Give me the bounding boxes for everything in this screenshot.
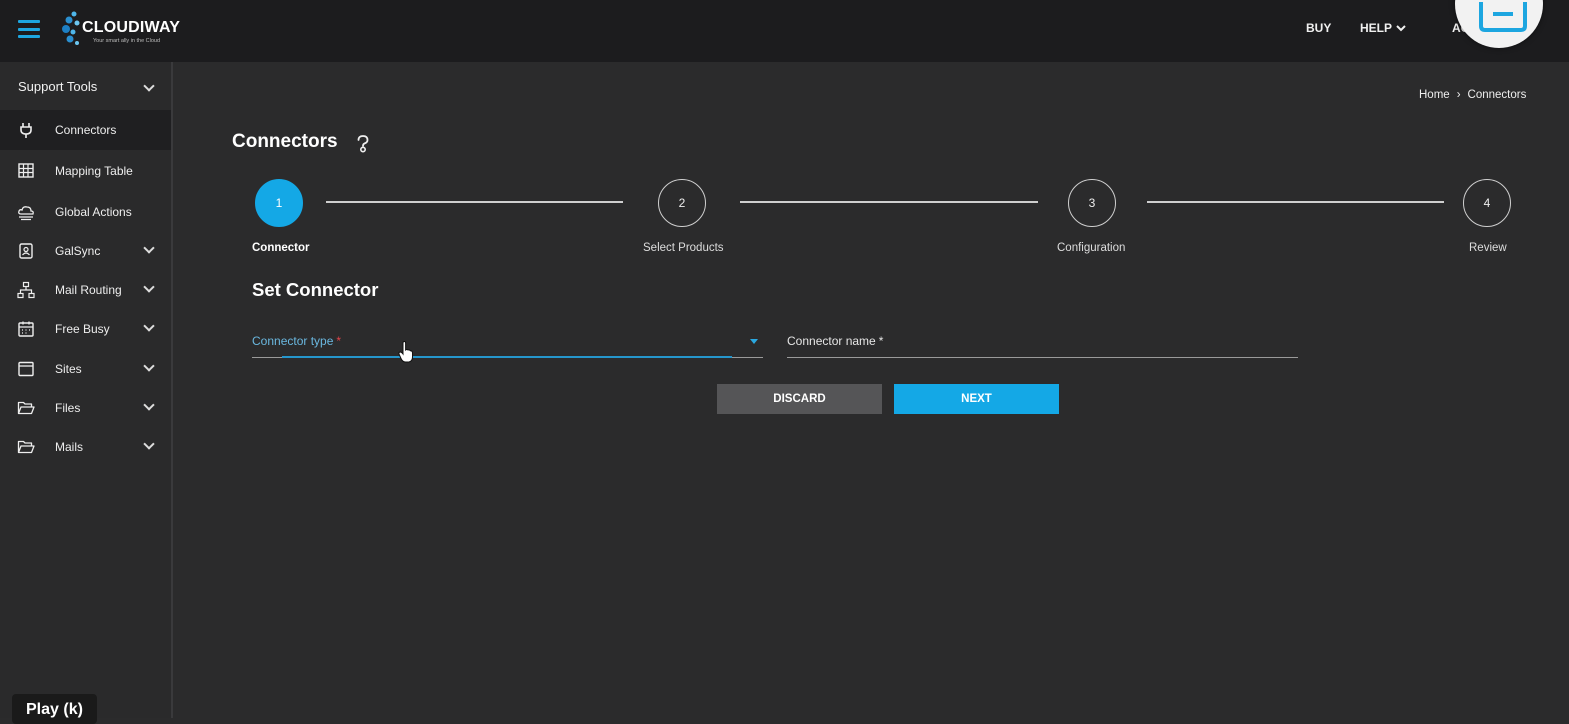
hamburger-menu-icon[interactable] xyxy=(18,20,40,38)
chevron-down-icon xyxy=(1396,24,1406,31)
sidebar-item-label: Mapping Table xyxy=(55,164,133,178)
sidebar-item-sites[interactable]: Sites xyxy=(0,349,171,389)
play-tooltip: Play (k) xyxy=(12,694,97,724)
chevron-down-icon xyxy=(143,438,155,450)
chevron-down-icon xyxy=(143,242,155,254)
sidebar-item-free-busy[interactable]: Free Busy xyxy=(0,309,171,349)
page-title: Connectors xyxy=(232,131,338,152)
connector-type-select[interactable]: Connector type * xyxy=(252,330,763,358)
step-1-circle: 1 xyxy=(255,179,303,227)
next-button[interactable]: NEXT xyxy=(894,384,1059,414)
sidebar-item-label: Free Busy xyxy=(55,322,110,336)
calendar-icon xyxy=(18,321,34,337)
breadcrumb-home[interactable]: Home xyxy=(1419,89,1450,101)
sidebar-item-label: Connectors xyxy=(55,123,117,137)
cloud-icon xyxy=(18,206,34,221)
required-mark: * xyxy=(878,334,884,348)
window-icon xyxy=(18,361,34,377)
stepper-connector-line xyxy=(740,201,1038,203)
required-mark: * xyxy=(336,334,342,348)
connector-name-input[interactable]: Connector name * xyxy=(787,330,1298,358)
sidebar-item-connectors[interactable]: Connectors xyxy=(0,110,171,150)
top-bar: CLOUDIWAY Your smart ally in the Cloud B… xyxy=(0,0,1569,62)
sidebar-item-label: GalSync xyxy=(55,244,101,258)
sidebar: Support Tools Connectors Mapping Table G… xyxy=(0,62,173,718)
sidebar-item-label: Sites xyxy=(55,362,82,376)
help-question-icon[interactable] xyxy=(355,134,371,154)
buy-link[interactable]: BUY xyxy=(1306,21,1331,35)
sidebar-item-mapping-table[interactable]: Mapping Table xyxy=(0,151,171,191)
chevron-down-icon xyxy=(143,399,155,411)
sidebar-item-label: Files xyxy=(55,401,81,415)
sidebar-item-mail-routing[interactable]: Mail Routing xyxy=(0,270,171,310)
connector-type-label-text: Connector type xyxy=(252,334,334,348)
sidebar-item-global-actions[interactable]: Global Actions xyxy=(0,192,171,232)
breadcrumb: Home › Connectors xyxy=(1419,89,1526,101)
section-title: Set Connector xyxy=(252,279,379,300)
breadcrumb-separator: › xyxy=(1456,89,1461,101)
discard-button[interactable]: DISCARD xyxy=(717,384,882,414)
sidebar-item-files[interactable]: Files xyxy=(0,388,171,428)
sidebar-item-galsync[interactable]: GalSync xyxy=(0,231,171,271)
focus-underline xyxy=(282,356,732,358)
stepper-connector-line xyxy=(326,201,623,203)
sidebar-section-label: Support Tools xyxy=(18,78,98,94)
grid-icon xyxy=(18,163,34,178)
sidebar-item-label: Mail Routing xyxy=(55,283,122,297)
avatar-logo-icon xyxy=(1479,2,1527,32)
breadcrumb-current: Connectors xyxy=(1467,89,1527,101)
chevron-down-icon xyxy=(143,80,155,92)
chevron-down-icon xyxy=(143,320,155,332)
help-label: HELP xyxy=(1360,21,1393,35)
network-icon xyxy=(17,281,35,299)
contact-book-icon xyxy=(19,243,33,259)
sidebar-item-label: Global Actions xyxy=(55,205,132,219)
connector-name-label-text: Connector name xyxy=(787,334,876,348)
folder-open-icon xyxy=(17,440,35,454)
cloudiway-logo[interactable]: CLOUDIWAY Your smart ally in the Cloud xyxy=(62,10,182,50)
connector-name-label: Connector name * xyxy=(787,334,883,348)
logo-tagline: Your smart ally in the Cloud xyxy=(93,38,161,44)
help-menu[interactable]: HELP xyxy=(1360,21,1406,35)
dropdown-caret-icon[interactable] xyxy=(750,339,758,344)
sidebar-item-mails[interactable]: Mails xyxy=(0,427,171,467)
step-3-circle: 3 xyxy=(1068,179,1116,227)
step-4-circle: 4 xyxy=(1463,179,1511,227)
step-3-label: Configuration xyxy=(1057,242,1126,254)
hand-cursor-icon xyxy=(398,341,413,363)
step-2-circle: 2 xyxy=(658,179,706,227)
step-4-label: Review xyxy=(1469,242,1507,254)
logo-text: CLOUDIWAY xyxy=(82,19,181,36)
plug-icon xyxy=(20,123,32,138)
sidebar-item-label: Mails xyxy=(55,440,84,454)
step-1-label: Connector xyxy=(252,242,310,254)
folder-open-icon xyxy=(17,401,35,415)
chevron-down-icon xyxy=(143,360,155,372)
stepper-connector-line xyxy=(1147,201,1444,203)
sidebar-section-support-tools[interactable]: Support Tools xyxy=(0,62,171,110)
step-2-label: Select Products xyxy=(643,242,724,254)
connector-type-label: Connector type * xyxy=(252,334,341,348)
chevron-down-icon xyxy=(143,281,155,293)
